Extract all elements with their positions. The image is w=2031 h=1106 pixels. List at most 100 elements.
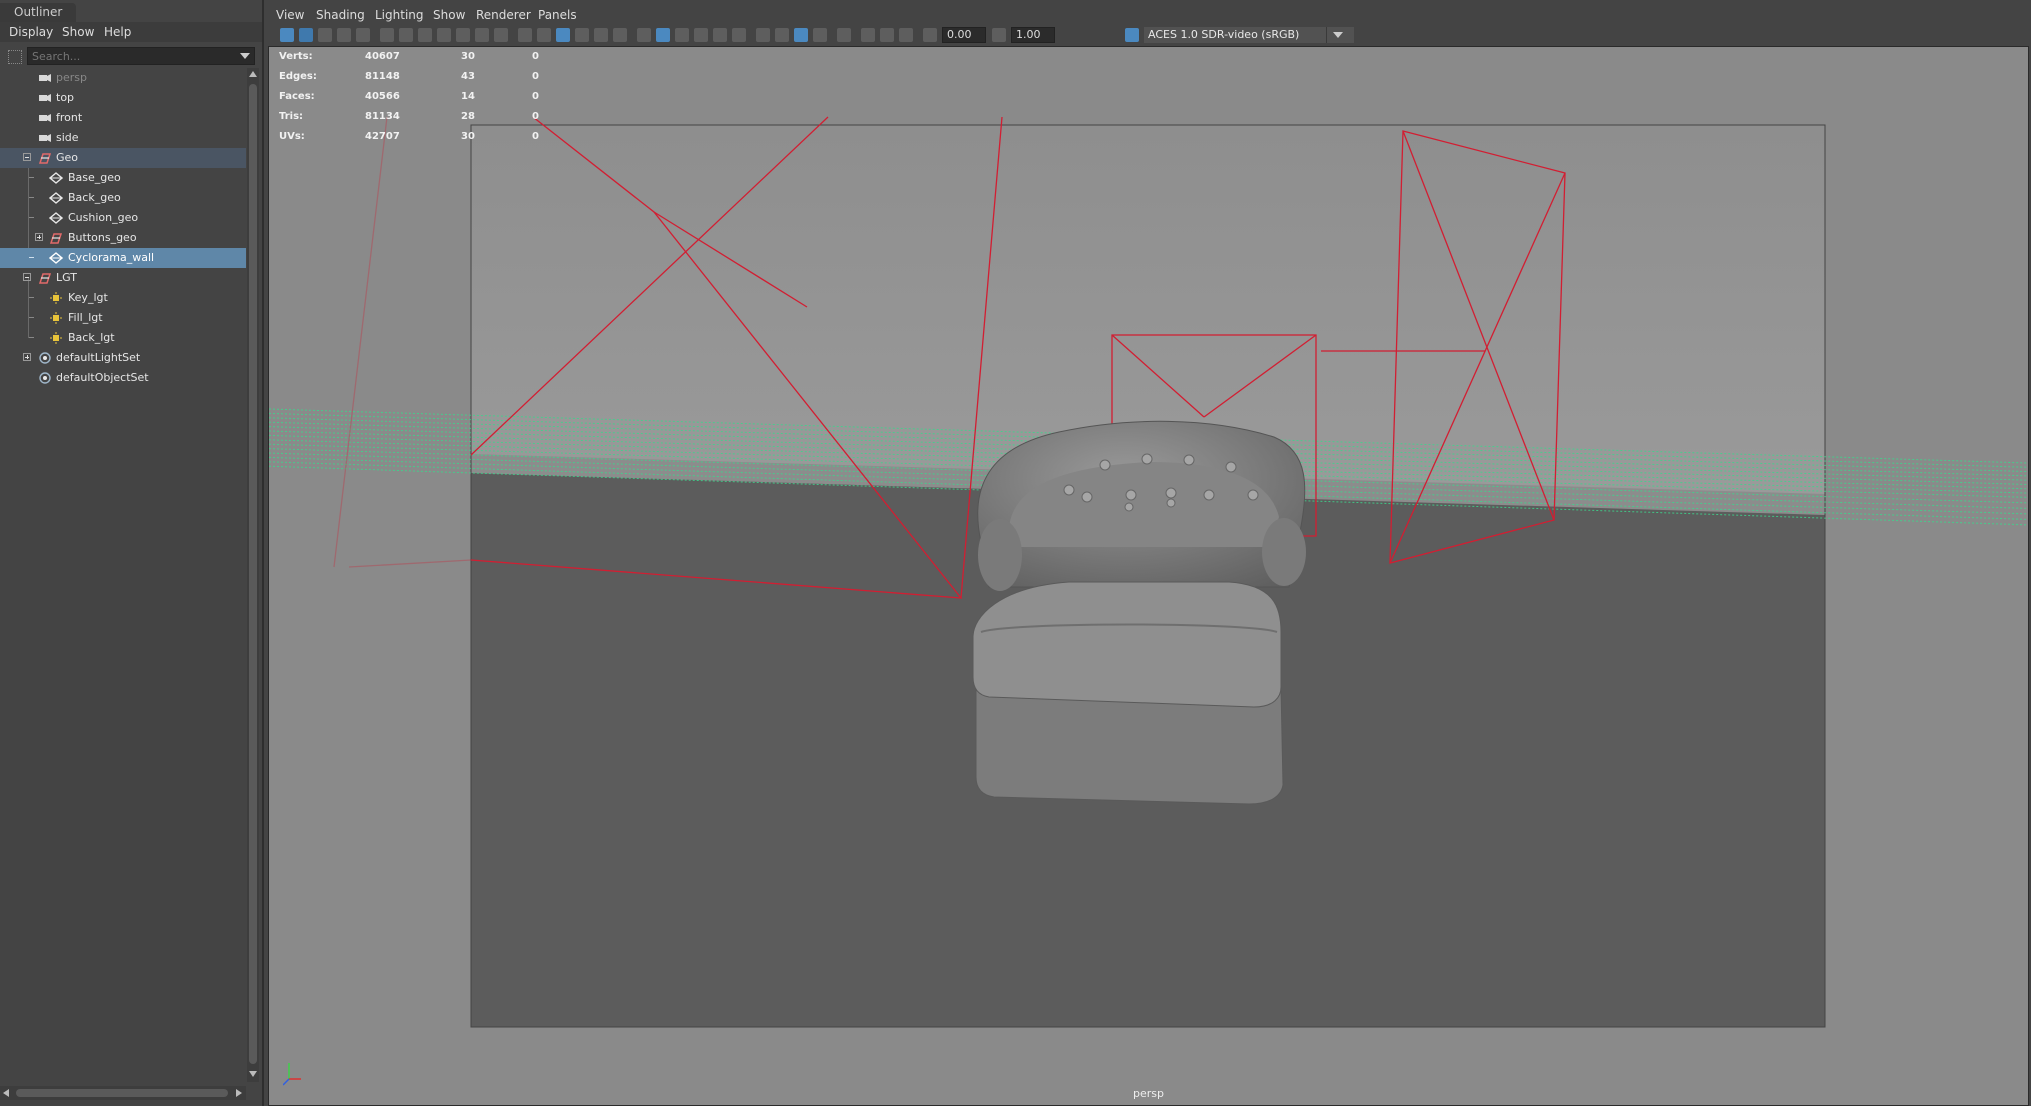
- xray-active-components-icon[interactable]: [794, 28, 808, 42]
- item-label: Key_lgt: [68, 291, 108, 304]
- sync-icon[interactable]: [880, 28, 894, 42]
- gate-mask-icon[interactable]: [456, 28, 470, 42]
- gamma-icon[interactable]: [992, 28, 1006, 42]
- scroll-up-icon[interactable]: [249, 71, 257, 77]
- color-space-dropdown[interactable]: ACES 1.0 SDR-video (sRGB): [1144, 27, 1354, 43]
- outliner-item-top[interactable]: top: [0, 88, 246, 108]
- set-icon: [39, 352, 51, 364]
- isolate-select-icon[interactable]: [756, 28, 770, 42]
- search-dropdown-icon[interactable]: [240, 53, 250, 59]
- group-icon: [49, 233, 63, 244]
- grid-icon[interactable]: [518, 28, 532, 42]
- item-label: persp: [56, 71, 87, 84]
- filter-icon[interactable]: [8, 50, 22, 64]
- menu-help[interactable]: Help: [104, 22, 131, 42]
- outliner-tree: persp top front side Geo Base_geo Back_g…: [0, 68, 246, 1078]
- menu-renderer[interactable]: Renderer: [476, 6, 531, 24]
- hud-icon[interactable]: [861, 28, 875, 42]
- expand-icon[interactable]: [35, 233, 43, 241]
- shadows-icon[interactable]: [656, 28, 670, 42]
- pinning-icon[interactable]: [899, 28, 913, 42]
- mesh-icon: [49, 252, 63, 264]
- gamma-field[interactable]: 1.00: [1011, 27, 1055, 43]
- scroll-down-icon[interactable]: [249, 1071, 257, 1077]
- backface-culling-icon[interactable]: [813, 28, 827, 42]
- field-chart-icon[interactable]: [475, 28, 489, 42]
- xray-icon[interactable]: [594, 28, 608, 42]
- resolution-gate-icon[interactable]: [437, 28, 451, 42]
- armchair-model[interactable]: [972, 420, 1306, 805]
- 2d-pan-zoom-icon[interactable]: [356, 28, 370, 42]
- outliner-item-buttons-geo[interactable]: Buttons_geo: [0, 228, 246, 248]
- select-camera-icon[interactable]: [280, 28, 294, 42]
- safe-action-icon[interactable]: [494, 28, 508, 42]
- outliner-item-persp[interactable]: persp: [0, 68, 246, 88]
- scroll-thumb[interactable]: [16, 1089, 228, 1097]
- outliner-item-base-geo[interactable]: Base_geo: [0, 168, 246, 188]
- outliner-vertical-scrollbar[interactable]: [247, 68, 259, 1082]
- outliner-item-front[interactable]: front: [0, 108, 246, 128]
- outliner-item-cyclorama-wall[interactable]: Cyclorama_wall: [0, 248, 246, 268]
- item-label: front: [56, 111, 83, 124]
- collapse-icon[interactable]: [23, 273, 31, 281]
- item-label: side: [56, 131, 79, 144]
- collapse-icon[interactable]: [23, 153, 31, 161]
- wireframe-icon[interactable]: [537, 28, 551, 42]
- outliner-item-lgt[interactable]: LGT: [0, 268, 246, 288]
- menu-view[interactable]: View: [276, 6, 304, 24]
- viewport-menubar: View Shading Lighting Show Renderer Pane…: [268, 6, 2029, 24]
- select-tool-icon[interactable]: [837, 28, 851, 42]
- outliner-item-fill-lgt[interactable]: Fill_lgt: [0, 308, 246, 328]
- menu-panels[interactable]: Panels: [538, 6, 577, 24]
- item-label: defaultObjectSet: [56, 371, 149, 384]
- group-icon: [38, 153, 52, 164]
- smooth-shade-icon[interactable]: [556, 28, 570, 42]
- multisample-aa-icon[interactable]: [713, 28, 727, 42]
- outliner-item-back-lgt[interactable]: Back_lgt: [0, 328, 246, 348]
- outliner-item-default-object-set[interactable]: defaultObjectSet: [0, 368, 246, 388]
- outliner-search-row: [0, 46, 262, 66]
- menu-display[interactable]: Display: [9, 22, 53, 42]
- menu-shading[interactable]: Shading: [316, 6, 365, 24]
- default-material-icon[interactable]: [575, 28, 589, 42]
- use-all-lights-icon[interactable]: [637, 28, 651, 42]
- outliner-item-default-light-set[interactable]: defaultLightSet: [0, 348, 246, 368]
- camera-attributes-icon[interactable]: [299, 28, 313, 42]
- camera-icon: [39, 94, 51, 102]
- outliner-horizontal-scrollbar[interactable]: [0, 1086, 246, 1100]
- camera-icon: [39, 114, 51, 122]
- exposure-icon[interactable]: [923, 28, 937, 42]
- scroll-left-icon[interactable]: [3, 1089, 9, 1097]
- search-input[interactable]: [27, 47, 255, 65]
- 3d-viewport[interactable]: Verts: 40607 30 0 Edges: 81148 43 0 Face…: [268, 46, 2029, 1106]
- xray-joints-icon[interactable]: [775, 28, 789, 42]
- outliner-item-back-geo[interactable]: Back_geo: [0, 188, 246, 208]
- view-transform-icon[interactable]: [1125, 28, 1139, 42]
- expand-icon[interactable]: [23, 353, 31, 361]
- bookmarks-icon[interactable]: [318, 28, 332, 42]
- exposure-field[interactable]: 0.00: [942, 27, 986, 43]
- outliner-tab[interactable]: Outliner: [0, 3, 77, 22]
- item-label: LGT: [56, 271, 77, 284]
- image-plane-icon[interactable]: [337, 28, 351, 42]
- scroll-right-icon[interactable]: [236, 1089, 242, 1097]
- outliner-item-cushion-geo[interactable]: Cushion_geo: [0, 208, 246, 228]
- playblast-icon[interactable]: [399, 28, 413, 42]
- film-gate-icon[interactable]: [418, 28, 432, 42]
- motion-blur-icon[interactable]: [694, 28, 708, 42]
- item-label: defaultLightSet: [56, 351, 141, 364]
- group-icon: [38, 273, 52, 284]
- menu-show[interactable]: Show: [62, 22, 94, 42]
- depth-of-field-icon[interactable]: [732, 28, 746, 42]
- scroll-thumb[interactable]: [249, 84, 257, 1064]
- light-icon: [50, 312, 62, 324]
- menu-lighting[interactable]: Lighting: [375, 6, 424, 24]
- outliner-item-geo[interactable]: Geo: [0, 148, 246, 168]
- outliner-item-side[interactable]: side: [0, 128, 246, 148]
- screen-space-ao-icon[interactable]: [675, 28, 689, 42]
- outliner-item-key-lgt[interactable]: Key_lgt: [0, 288, 246, 308]
- menu-show[interactable]: Show: [433, 6, 465, 24]
- chevron-down-icon[interactable]: [1326, 27, 1349, 43]
- grease-pencil-icon[interactable]: [380, 28, 394, 42]
- textured-icon[interactable]: [613, 28, 627, 42]
